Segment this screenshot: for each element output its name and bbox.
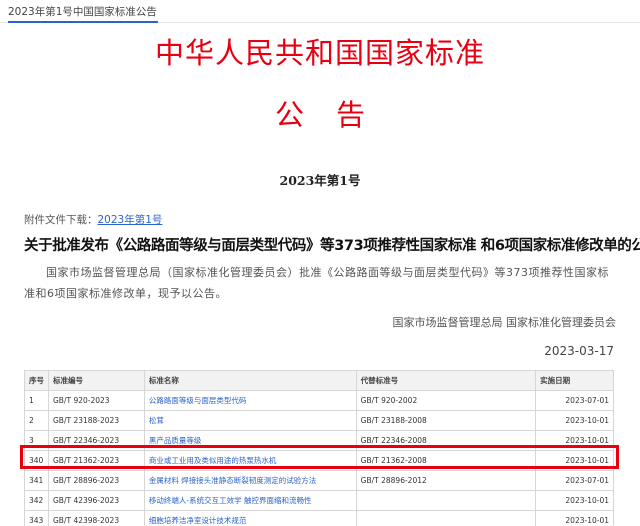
cell-name-link[interactable]: 细胞培养洁净室设计技术规范 [143, 510, 357, 526]
header-standard-name: 标准名称 [143, 370, 357, 391]
attachment-download-link[interactable]: 2023年第1号 [98, 214, 163, 226]
cell-replaces: GB/T 21362-2008 [355, 450, 537, 471]
cell-date: 2023-10-01 [535, 510, 614, 526]
table-row: 3 GB/T 22346-2023 黑产品质量等级 GB/T 22346-200… [24, 430, 614, 451]
cell-replaces: GB/T 22346-2008 [355, 430, 537, 451]
cell-code: GB/T 42398-2023 [48, 510, 145, 526]
cell-replaces: GB/T 23188-2008 [355, 410, 537, 431]
cell-serial: 341 [24, 470, 49, 491]
announcement-date: 2023-03-17 [544, 344, 614, 358]
cell-date: 2023-10-01 [535, 430, 614, 451]
cell-date: 2023-07-01 [535, 470, 614, 491]
cell-serial: 342 [24, 490, 49, 511]
attachment-label: 附件文件下载： [24, 214, 98, 226]
cell-replaces: GB/T 28896-2012 [355, 470, 537, 491]
table-row: 2 GB/T 23188-2023 松茸 GB/T 23188-2008 202… [24, 410, 614, 431]
cell-name-link[interactable]: 公路路面等级与面层类型代码 [143, 390, 357, 411]
header-standard-code: 标准编号 [48, 370, 145, 391]
table-row: 343 GB/T 42398-2023 细胞培养洁净室设计技术规范 2023-1… [24, 510, 614, 526]
header-effective-date: 实施日期 [535, 370, 614, 391]
cell-code: GB/T 23188-2023 [48, 410, 145, 431]
cell-date: 2023-10-01 [535, 450, 614, 471]
table-header-row: 序号 标准编号 标准名称 代替标准号 实施日期 [24, 370, 614, 391]
cell-name-link[interactable]: 商业或工业用及类似用途的热泵热水机 [143, 450, 357, 471]
cell-serial: 1 [24, 390, 49, 411]
cell-replaces [355, 490, 537, 511]
cell-code: GB/T 920-2023 [48, 390, 145, 411]
cell-name-link[interactable]: 移动终端人-系统交互工效学 触控界面缩和流畅性 [143, 490, 357, 511]
cell-code: GB/T 21362-2023 [48, 450, 145, 471]
issuing-authority: 国家市场监督管理总局 国家标准化管理委员会 [392, 316, 617, 329]
table-row: 1 GB/T 920-2023 公路路面等级与面层类型代码 GB/T 920-2… [24, 390, 614, 411]
cell-replaces [355, 510, 537, 526]
cell-date: 2023-10-01 [535, 410, 614, 431]
cell-date: 2023-07-01 [535, 390, 614, 411]
announcement-heading: 公告 [274, 98, 397, 132]
header-replaced-standard: 代替标准号 [355, 370, 537, 391]
announcement-title: 关于批准发布《公路路面等级与面层类型代码》等373项推荐性国家标准 和6项国家标… [24, 238, 640, 254]
cell-serial: 3 [24, 430, 49, 451]
cell-name-link[interactable]: 金属材料 焊接接头准静态断裂韧度测定的试验方法 [143, 470, 357, 491]
breadcrumb[interactable]: 2023年第1号中国国家标准公告 [8, 4, 157, 19]
cell-date: 2023-10-01 [535, 490, 614, 511]
attachment-row: 附件文件下载：2023年第1号 [24, 212, 162, 227]
document-title: 中华人民共和国国家标准 [154, 36, 485, 70]
cell-replaces: GB/T 920-2002 [355, 390, 537, 411]
cell-name-link[interactable]: 黑产品质量等级 [143, 430, 357, 451]
cell-code: GB/T 42396-2023 [48, 490, 145, 511]
table-row: 341 GB/T 28896-2023 金属材料 焊接接头准静态断裂韧度测定的试… [24, 470, 614, 491]
table-row: 342 GB/T 42396-2023 移动终端人-系统交互工效学 触控界面缩和… [24, 490, 614, 511]
breadcrumb-accent-bar [8, 21, 158, 23]
cell-serial: 340 [24, 450, 49, 471]
cell-serial: 343 [24, 510, 49, 526]
header-serial: 序号 [24, 370, 49, 391]
cell-serial: 2 [24, 410, 49, 431]
announcement-body: 国家市场监督管理总局（国家标准化管理委员会）批准《公路路面等级与面层类型代码》等… [24, 266, 609, 300]
cell-name-link[interactable]: 松茸 [143, 410, 357, 431]
standards-table: 序号 标准编号 标准名称 代替标准号 实施日期 1 GB/T 920-2023 … [24, 370, 614, 526]
table-row-highlighted: 340 GB/T 21362-2023 商业或工业用及类似用途的热泵热水机 GB… [24, 450, 614, 471]
cell-code: GB/T 28896-2023 [48, 470, 145, 491]
cell-code: GB/T 22346-2023 [48, 430, 145, 451]
issue-number: 2023年第1号 [279, 173, 361, 188]
